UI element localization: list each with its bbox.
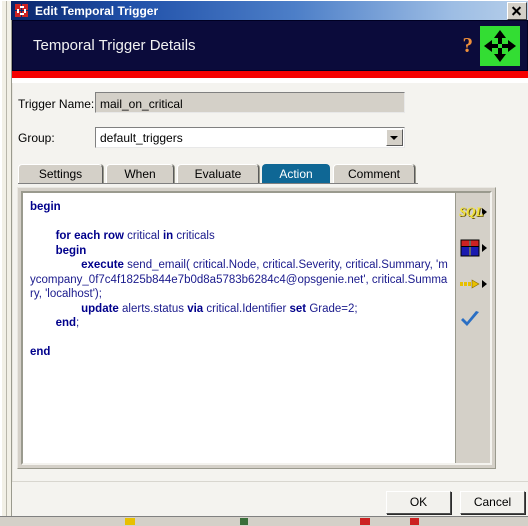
dialog-footer: OK Cancel xyxy=(12,481,528,517)
sql-script-button[interactable]: SQL xyxy=(456,197,490,227)
checkmark-button[interactable] xyxy=(456,305,490,335)
table-columns-button[interactable] xyxy=(456,233,490,263)
collapse-arrows-icon[interactable] xyxy=(480,25,520,66)
chevron-down-icon[interactable] xyxy=(386,129,403,146)
group-select-value: default_triggers xyxy=(100,130,183,145)
trigger-name-input[interactable] xyxy=(95,92,405,113)
edit-temporal-trigger-window: Edit Temporal Trigger Temporal Trigger D… xyxy=(0,0,528,517)
code-text-area[interactable]: begin for each row critical in criticals… xyxy=(23,193,456,463)
tab-when[interactable]: When xyxy=(106,164,174,184)
code-content: begin for each row critical in criticals… xyxy=(30,201,448,358)
window-title-bar[interactable]: Edit Temporal Trigger xyxy=(11,1,528,20)
tab-underline xyxy=(18,183,418,184)
window-left-edge xyxy=(2,1,12,517)
window-title-text: Edit Temporal Trigger xyxy=(35,3,159,18)
dashed-arrow-button[interactable] xyxy=(456,269,490,299)
ok-button[interactable]: OK xyxy=(386,491,451,514)
trigger-name-label: Trigger Name: xyxy=(18,97,95,111)
close-icon[interactable] xyxy=(507,1,527,20)
dashed-arrow-icon xyxy=(459,273,481,295)
dialog-header-banner: Temporal Trigger Details ? xyxy=(12,20,528,71)
tab-comment[interactable]: Comment xyxy=(333,164,415,184)
puzzle-piece-icon xyxy=(14,3,30,18)
tab-evaluate[interactable]: Evaluate xyxy=(177,164,259,184)
group-select[interactable]: default_triggers xyxy=(95,127,405,148)
table-columns-icon xyxy=(459,237,481,259)
group-label: Group: xyxy=(18,131,55,145)
tab-settings[interactable]: Settings xyxy=(18,164,103,184)
editor-tool-rail: SQL xyxy=(455,193,490,463)
help-question-icon[interactable]: ? xyxy=(463,35,474,56)
accent-bar xyxy=(12,71,528,78)
action-script-editor: begin for each row critical in criticals… xyxy=(17,187,496,469)
page-title: Temporal Trigger Details xyxy=(33,37,196,54)
caret-right-icon[interactable] xyxy=(482,280,487,288)
tab-action[interactable]: Action xyxy=(262,164,330,184)
tab-bar: Settings When Evaluate Action Comment xyxy=(18,164,418,184)
sql-script-icon: SQL xyxy=(459,204,484,219)
cancel-button[interactable]: Cancel xyxy=(460,491,525,514)
caret-right-icon[interactable] xyxy=(482,244,487,252)
checkmark-icon xyxy=(459,309,481,331)
